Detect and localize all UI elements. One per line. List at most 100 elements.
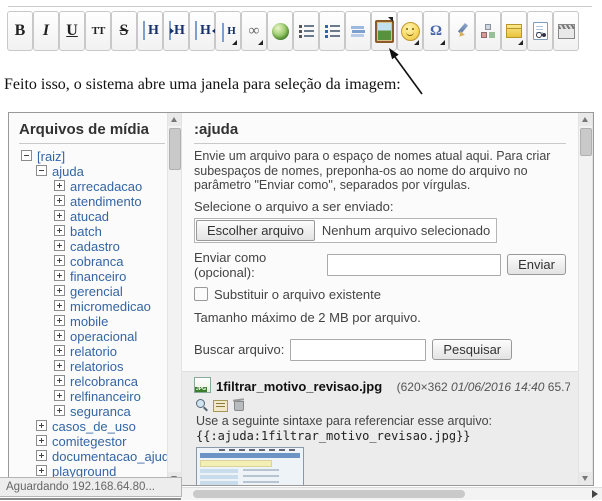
tree-item-link[interactable]: operacional <box>70 329 137 344</box>
detail-scrollbar[interactable] <box>578 113 593 485</box>
tree-toggle-icon[interactable] <box>54 405 65 416</box>
tree-toggle-icon[interactable] <box>36 165 47 176</box>
scroll-up-icon[interactable] <box>579 113 592 126</box>
send-as-input[interactable] <box>327 253 502 276</box>
overwrite-checkbox[interactable] <box>194 287 208 301</box>
tree-item-link[interactable]: cobranca <box>70 254 123 269</box>
tree-toggle-icon[interactable] <box>54 330 65 341</box>
signature-button[interactable] <box>449 11 475 51</box>
scroll-up-icon[interactable] <box>168 113 181 126</box>
monospace-button[interactable]: TT <box>85 11 111 51</box>
package-button[interactable] <box>501 11 527 51</box>
tree-item: casos_de_uso <box>19 419 165 434</box>
underline-button[interactable]: U <box>59 11 85 51</box>
tree-item: mobile <box>19 314 165 329</box>
tree-toggle-icon[interactable] <box>54 225 65 236</box>
tree-item-link[interactable]: documentacao_ajuda <box>52 449 167 464</box>
tree-toggle-icon[interactable] <box>54 270 65 281</box>
thumbnail-detail <box>200 452 300 458</box>
tree-item-link[interactable]: financeiro <box>70 269 126 284</box>
italic-button[interactable]: I <box>33 11 59 51</box>
tree-item-link[interactable]: atucad <box>70 209 109 224</box>
file-size: 65.7 KB) <box>547 379 570 394</box>
internal-link-button[interactable]: ∞ <box>241 11 267 51</box>
tree-toggle-icon[interactable] <box>54 195 65 206</box>
tree-item-link[interactable]: cadastro <box>70 239 120 254</box>
tree-item-link[interactable]: relfinanceiro <box>70 389 141 404</box>
ordered-list-button[interactable] <box>293 11 319 51</box>
tree-toggle-icon[interactable] <box>36 465 47 476</box>
choose-file-button[interactable]: Escolher arquivo <box>196 219 315 241</box>
tree-toggle-icon[interactable] <box>36 420 47 431</box>
hr-icon <box>350 24 366 38</box>
tree-toggle-icon[interactable] <box>54 345 65 356</box>
tree-scrollbar[interactable] <box>167 113 182 485</box>
tree-toggle-icon[interactable] <box>54 390 65 401</box>
tree-toggle-icon[interactable] <box>36 450 47 461</box>
tree-item-link[interactable]: relcobranca <box>70 374 138 389</box>
bold-button[interactable]: B <box>7 11 33 51</box>
tree-toggle-icon[interactable] <box>54 315 65 326</box>
headline-same-button[interactable]: H <box>137 11 163 51</box>
scroll-down-icon[interactable] <box>579 472 592 485</box>
trash-icon[interactable] <box>233 398 245 411</box>
unordered-list-button[interactable] <box>319 11 345 51</box>
tree-toggle-icon[interactable] <box>54 360 65 371</box>
tree-item-link[interactable]: [raiz] <box>37 149 65 164</box>
file-thumbnail[interactable] <box>196 446 304 485</box>
tree-toggle-icon[interactable] <box>54 285 65 296</box>
tree-item: relatorios <box>19 359 165 374</box>
search-button[interactable]: Pesquisar <box>432 339 513 360</box>
horizontal-scrollbar[interactable] <box>181 487 602 500</box>
search-input[interactable] <box>290 338 427 361</box>
tree-item-link[interactable]: comitegestor <box>52 434 126 449</box>
tree-item-link[interactable]: relatorio <box>70 344 117 359</box>
clapperboard-button[interactable] <box>553 11 579 51</box>
doc-search-icon <box>532 22 548 40</box>
monospace-icon: TT <box>91 24 106 37</box>
headline-lower-button[interactable]: H <box>163 11 189 51</box>
tree-item-link[interactable]: atendimento <box>70 194 142 209</box>
tree-toggle-icon[interactable] <box>21 150 32 161</box>
scroll-right-icon[interactable] <box>590 490 600 499</box>
tree-item-link[interactable]: micromedicao <box>70 299 151 314</box>
tree-item-link[interactable]: seguranca <box>70 404 131 419</box>
hr-button[interactable] <box>345 11 371 51</box>
tree-toggle-icon[interactable] <box>54 255 65 266</box>
tree-item-link[interactable]: mobile <box>70 314 108 329</box>
tree-item: atendimento <box>19 194 165 209</box>
scrollbar-thumb[interactable] <box>169 128 181 170</box>
send-button[interactable]: Enviar <box>507 254 566 275</box>
tree-toggle-icon[interactable] <box>54 210 65 221</box>
file-name-link[interactable]: 1filtrar_motivo_revisao.jpg <box>216 379 382 394</box>
scrollbar-thumb[interactable] <box>193 490 465 498</box>
doc-search-button[interactable] <box>527 11 553 51</box>
headline-pick-icon: H <box>220 22 236 42</box>
tree-item-link[interactable]: relatorios <box>70 359 123 374</box>
caption-text: Feito isso, o sistema abre uma janela pa… <box>4 76 401 93</box>
tree-item-link[interactable]: casos_de_uso <box>52 419 136 434</box>
strikethrough-button[interactable]: S <box>111 11 137 51</box>
tree-item-link[interactable]: gerencial <box>70 284 123 299</box>
scrollbar-thumb[interactable] <box>580 128 592 156</box>
sitemap-button[interactable] <box>475 11 501 51</box>
tree-item-link[interactable]: batch <box>70 224 102 239</box>
syntax-code: {{:ajuda:1filtrar_motivo_revisao.jpg}} <box>196 428 471 443</box>
tree-toggle-icon[interactable] <box>54 180 65 191</box>
tree-toggle-icon[interactable] <box>36 435 47 446</box>
edit-icon[interactable] <box>213 399 228 412</box>
thumbnail-detail <box>243 468 279 485</box>
page-top-divider <box>8 6 592 7</box>
tree-item-link[interactable]: ajuda <box>52 164 84 179</box>
tree-toggle-icon[interactable] <box>54 375 65 386</box>
tree-item: relfinanceiro <box>19 389 165 404</box>
tree-item-link[interactable]: arrecadacao <box>70 179 142 194</box>
magnifier-icon[interactable] <box>195 398 208 411</box>
ordered-list-icon <box>298 23 315 39</box>
external-link-button[interactable] <box>267 11 293 51</box>
headline-higher-button[interactable]: H <box>189 11 216 51</box>
headline-pick-button[interactable]: H <box>215 11 241 51</box>
tree-toggle-icon[interactable] <box>54 300 65 311</box>
tree-toggle-icon[interactable] <box>54 240 65 251</box>
file-chooser[interactable]: Escolher arquivo Nenhum arquivo selecion… <box>194 217 498 243</box>
